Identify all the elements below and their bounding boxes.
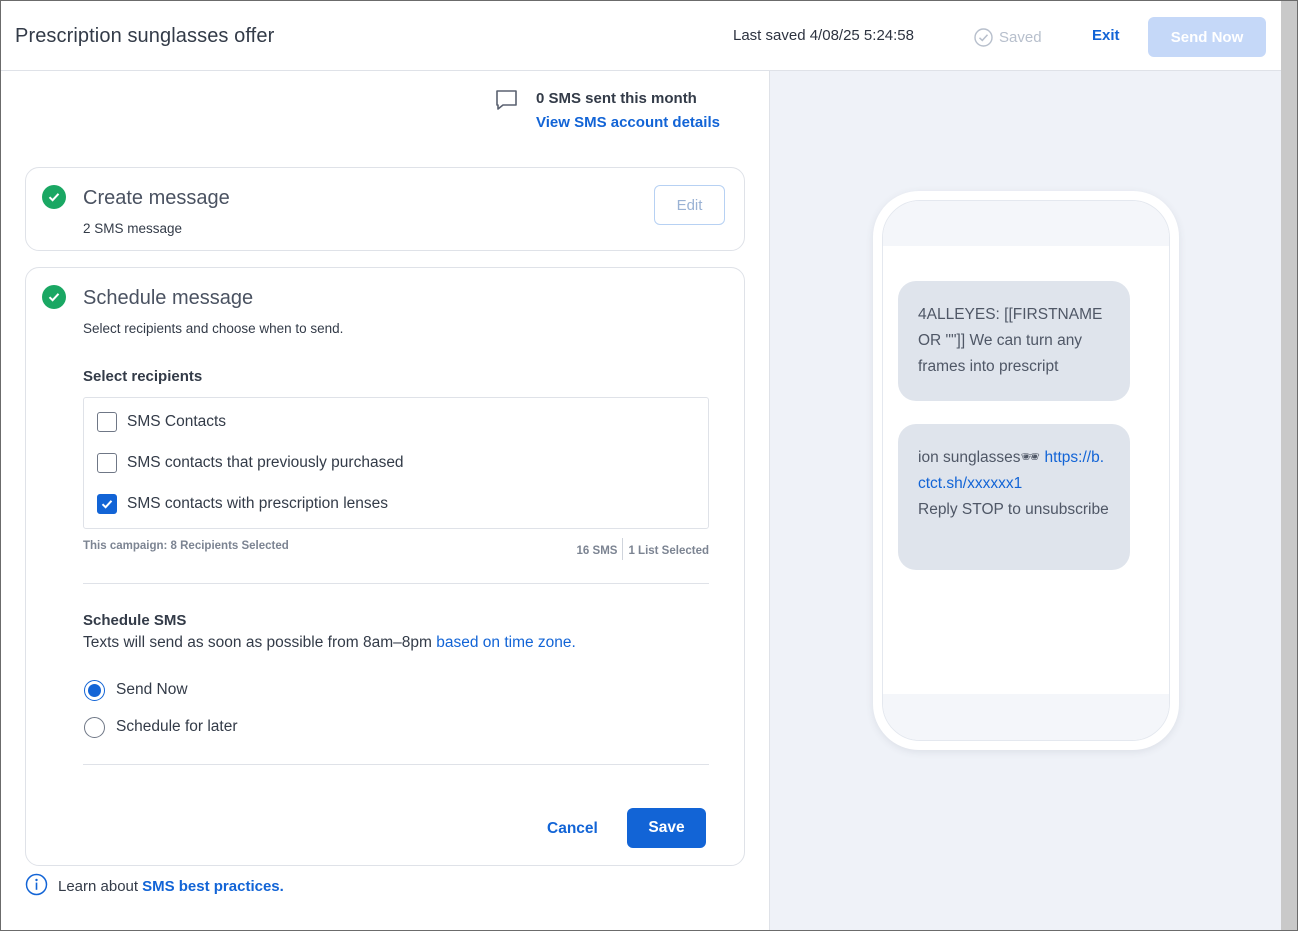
scrollbar[interactable]: [1281, 1, 1297, 930]
learn-best-practices: Learn about SMS best practices.: [25, 873, 284, 900]
radio-selected[interactable]: [84, 679, 105, 701]
divider: [622, 538, 624, 560]
create-message-title: Create message: [83, 187, 230, 209]
send-now-option[interactable]: Send Now: [84, 679, 188, 701]
send-now-option-label: Send Now: [116, 681, 188, 698]
sms-sent-count: 0 SMS sent this month: [536, 90, 697, 107]
phone-input-area: [883, 694, 1169, 740]
checkbox[interactable]: [97, 412, 117, 432]
recipient-option[interactable]: SMS contacts with prescription lenses: [97, 493, 388, 515]
divider: [83, 764, 709, 765]
message-opt-out: Reply STOP to unsubscribe: [918, 501, 1109, 518]
check-icon: [42, 285, 66, 309]
phone-screen: 4ALLEYES: [[FIRSTNAME OR ""]] We can tur…: [882, 200, 1170, 741]
recipient-option[interactable]: SMS Contacts: [97, 411, 226, 433]
send-now-button[interactable]: Send Now: [1148, 17, 1266, 57]
saved-label: Saved: [999, 28, 1042, 46]
sunglasses-emoji-icon: 🕶: [1020, 449, 1041, 466]
message-text: ion sunglasses: [918, 449, 1021, 466]
phone-status-area: [883, 201, 1169, 246]
checkbox[interactable]: [97, 453, 117, 473]
edit-button[interactable]: Edit: [654, 185, 725, 225]
chat-bubble-icon: [494, 88, 520, 117]
view-sms-account-link[interactable]: View SMS account details: [536, 114, 720, 131]
last-saved-timestamp: Last saved 4/08/25 5:24:58: [733, 27, 914, 44]
phone-preview: 4ALLEYES: [[FIRSTNAME OR ""]] We can tur…: [873, 191, 1179, 750]
radio[interactable]: [84, 716, 105, 738]
saved-status: Saved: [974, 26, 1042, 48]
create-message-card: Create message 2 SMS message Edit: [25, 167, 745, 251]
top-bar: Prescription sunglasses offer Last saved…: [1, 1, 1281, 71]
recipients-list: SMS Contacts SMS contacts that previousl…: [83, 397, 709, 529]
schedule-message-card: Schedule message Select recipients and c…: [25, 267, 745, 866]
campaign-totals: 16 SMS 1 List Selected: [576, 538, 709, 562]
recipient-label: SMS Contacts: [127, 413, 227, 430]
recipients-selected-summary: This campaign: 8 Recipients Selected: [83, 540, 289, 552]
schedule-message-title: Schedule message: [83, 287, 254, 309]
campaign-title: Prescription sunglasses offer: [15, 25, 275, 47]
learn-prefix: Learn about: [58, 878, 139, 895]
recipient-label: SMS contacts with prescription lenses: [127, 495, 389, 512]
select-recipients-label: Select recipients: [83, 368, 203, 385]
schedule-description: Texts will send as soon as possible from…: [83, 634, 576, 652]
check-circle-icon: [974, 27, 993, 47]
schedule-sms-label: Schedule SMS: [83, 612, 187, 629]
checkbox-checked[interactable]: [97, 494, 117, 514]
schedule-later-option[interactable]: Schedule for later: [84, 716, 238, 738]
info-icon: [25, 873, 48, 900]
message-bubble: ion sunglasses🕶 https://b.ctct.sh/xxxxxx…: [898, 424, 1130, 570]
check-icon: [42, 185, 66, 209]
message-bubble: 4ALLEYES: [[FIRSTNAME OR ""]] We can tur…: [898, 281, 1130, 401]
schedule-message-subtitle: Select recipients and choose when to sen…: [83, 321, 344, 336]
schedule-description-text: Texts will send as soon as possible from…: [83, 634, 432, 651]
lists-selected: 1 List Selected: [628, 545, 709, 557]
recipient-option[interactable]: SMS contacts that previously purchased: [97, 452, 404, 474]
sms-best-practices-link[interactable]: SMS best practices.: [142, 878, 284, 895]
save-button[interactable]: Save: [627, 808, 706, 848]
divider: [83, 583, 709, 584]
time-zone-link[interactable]: based on time zone.: [436, 634, 576, 651]
exit-link[interactable]: Exit: [1092, 27, 1120, 44]
recipient-label: SMS contacts that previously purchased: [127, 454, 404, 471]
create-message-subtitle: 2 SMS message: [83, 221, 183, 236]
sms-total: 16 SMS: [576, 545, 618, 557]
schedule-later-option-label: Schedule for later: [116, 718, 238, 735]
cancel-button[interactable]: Cancel: [547, 820, 598, 838]
